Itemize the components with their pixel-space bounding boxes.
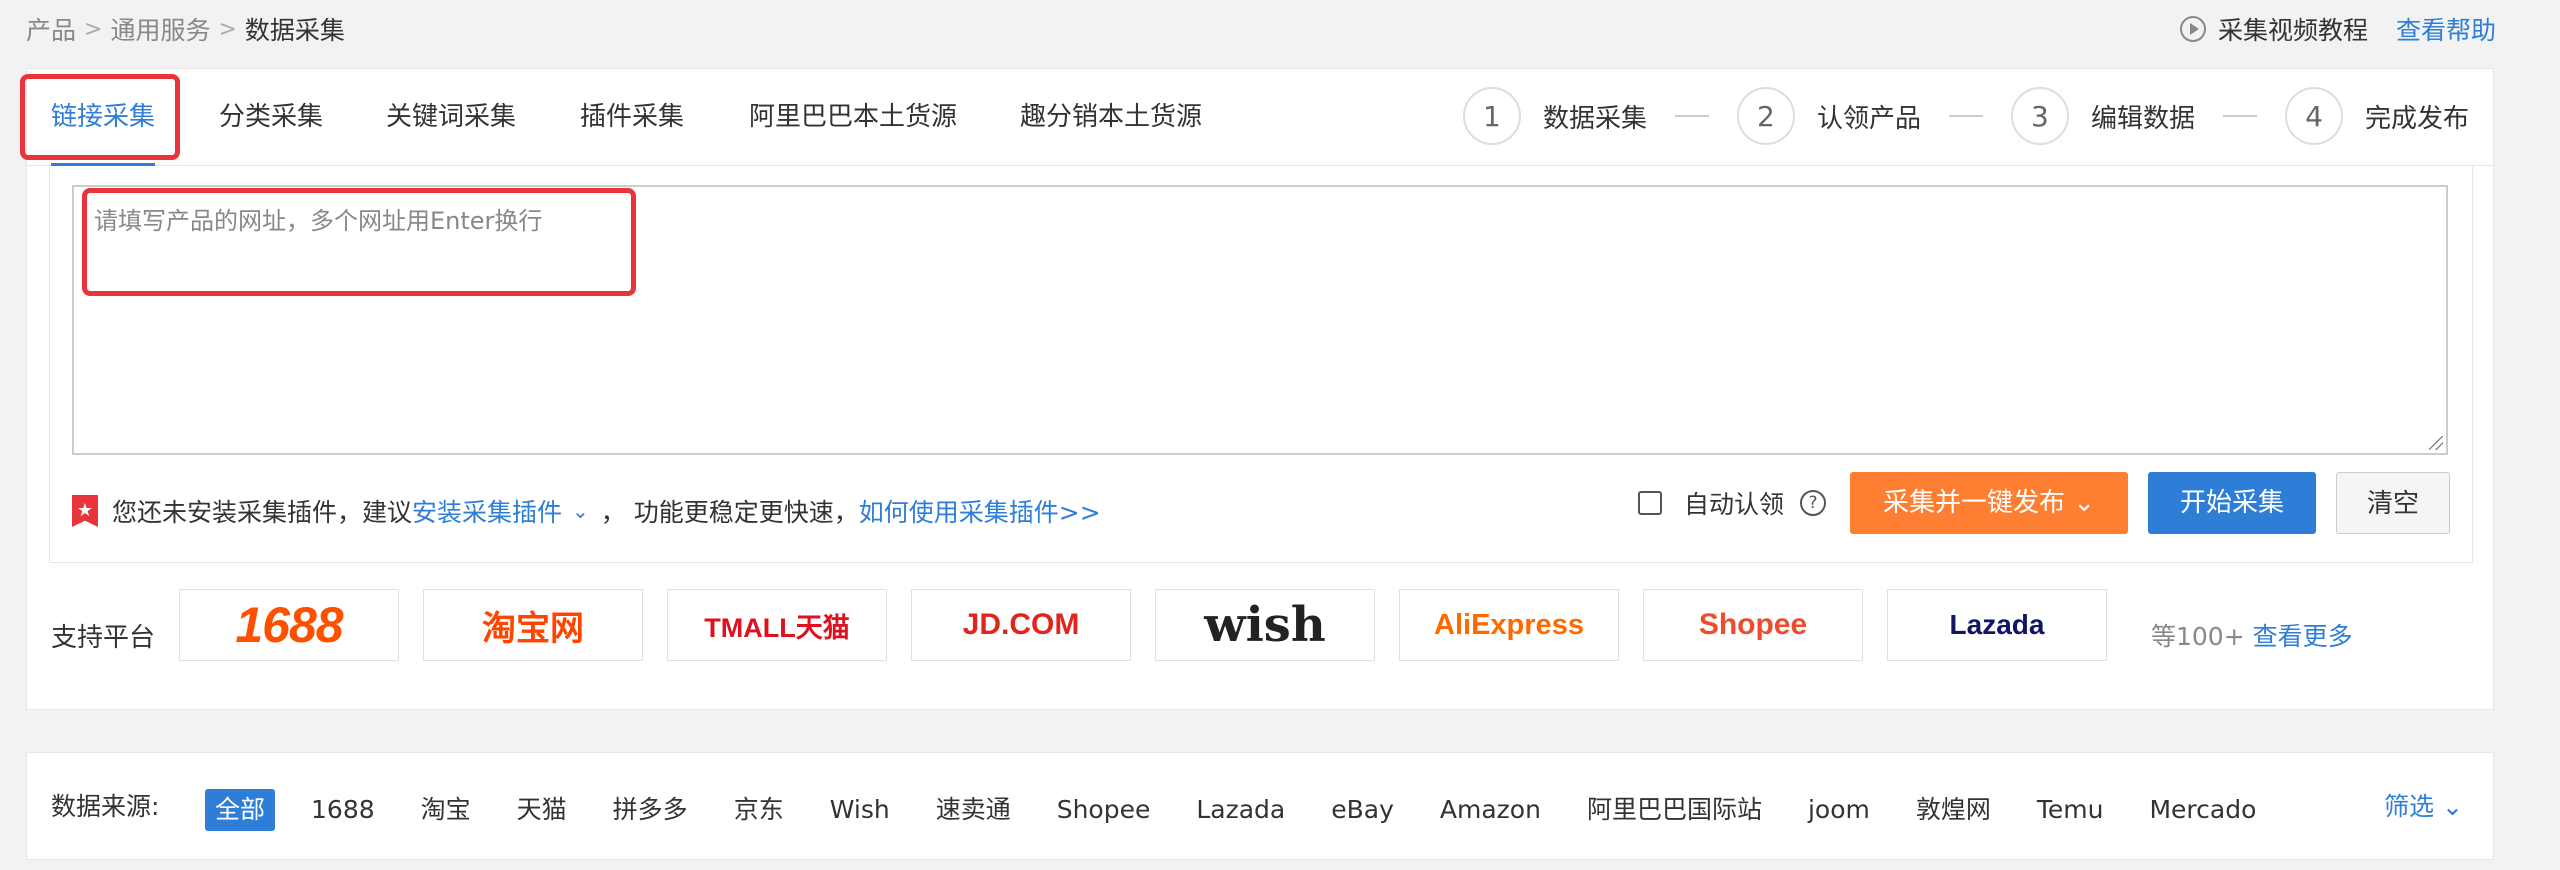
logo-wish: wish xyxy=(1155,589,1375,661)
platforms-label: 支持平台 xyxy=(51,623,156,653)
source-alibaba-intl[interactable]: 阿里巴巴国际站 xyxy=(1577,789,1772,831)
step-2: 2 认领产品 xyxy=(1736,87,2011,145)
tab-category-collect[interactable]: 分类采集 xyxy=(219,69,323,165)
source-dhgate[interactable]: 敦煌网 xyxy=(1906,789,2001,831)
plugin-tip: ★ 您还未安装采集插件，建议 安装采集插件 ⌄ ， 功能更稳定更快速， 如何使用… xyxy=(72,491,1101,531)
chevron-down-icon: ⌄ xyxy=(2442,792,2463,821)
source-temu[interactable]: Temu xyxy=(2027,789,2114,831)
auto-claim-checkbox[interactable] xyxy=(1637,491,1662,515)
start-collect-button[interactable]: 开始采集 xyxy=(2148,472,2316,534)
breadcrumb-general-services[interactable]: 通用服务 xyxy=(110,11,210,47)
resize-handle-icon[interactable] xyxy=(2429,436,2443,450)
step-3: 3 编辑数据 xyxy=(2010,87,2285,145)
help-link[interactable]: 查看帮助 xyxy=(2396,11,2496,47)
source-wish[interactable]: Wish xyxy=(820,789,900,831)
step-number: 2 xyxy=(1736,87,1795,145)
source-taobao[interactable]: 淘宝 xyxy=(411,789,481,831)
step-label: 认领产品 xyxy=(1816,103,1921,134)
source-lazada[interactable]: Lazada xyxy=(1186,789,1295,831)
source-1688[interactable]: 1688 xyxy=(301,789,385,831)
play-icon[interactable] xyxy=(2179,16,2206,42)
bookmark-star-icon: ★ xyxy=(72,495,98,527)
step-number: 3 xyxy=(2010,87,2069,145)
step-4: 4 完成发布 xyxy=(2284,87,2469,145)
collect-publish-label: 采集并一键发布 xyxy=(1882,488,2065,518)
view-more-link[interactable]: 查看更多 xyxy=(2253,622,2353,651)
logo-lazada: Lazada xyxy=(1887,589,2107,661)
tab-plugin-collect[interactable]: 插件采集 xyxy=(580,69,684,165)
step-connector xyxy=(1674,115,1709,117)
highlight-box-input xyxy=(82,188,636,296)
progress-steps: 1 数据采集 2 认领产品 3 编辑数据 4 完成发布 xyxy=(1462,86,2469,146)
filter-button[interactable]: 筛选 ⌄ xyxy=(2384,787,2463,823)
step-connector xyxy=(2222,115,2257,117)
platform-logos: 1688 淘宝网 TMALL天猫 JD.COM wish AliExpress … xyxy=(179,589,2107,661)
source-pinduoduo[interactable]: 拼多多 xyxy=(603,789,698,831)
breadcrumb-separator: > xyxy=(218,16,237,42)
step-1: 1 数据采集 xyxy=(1462,87,1737,145)
logo-shopee: Shopee xyxy=(1643,589,1863,661)
step-label: 编辑数据 xyxy=(2090,103,2195,134)
source-amazon[interactable]: Amazon xyxy=(1430,789,1551,831)
how-to-plugin-link[interactable]: 如何使用采集插件>> xyxy=(859,493,1101,529)
breadcrumb-products[interactable]: 产品 xyxy=(26,11,76,47)
more-platforms-count: 等100+ xyxy=(2151,622,2245,651)
action-bar: 自动认领 ? 采集并一键发布 ⌄ 开始采集 清空 xyxy=(1637,471,2450,535)
auto-claim-label[interactable]: 自动认领 xyxy=(1684,485,1784,521)
tab-keyword-collect[interactable]: 关键词采集 xyxy=(386,69,516,165)
source-jd[interactable]: 京东 xyxy=(724,789,794,831)
video-tutorial-link[interactable]: 采集视频教程 xyxy=(2218,11,2368,47)
highlight-box-tab xyxy=(20,74,180,160)
breadcrumb: 产品 > 通用服务 > 数据采集 xyxy=(26,12,345,46)
step-connector xyxy=(1948,115,1983,117)
logo-1688: 1688 xyxy=(179,589,399,661)
chevron-down-icon: ⌄ xyxy=(2073,488,2096,518)
source-aliexpress[interactable]: 速卖通 xyxy=(926,789,1021,831)
step-label: 数据采集 xyxy=(1542,103,1647,134)
tab-bar: 链接采集 分类采集 关键词采集 插件采集 阿里巴巴本土货源 趣分销本土货源 1 … xyxy=(27,69,2493,166)
step-number: 1 xyxy=(1462,87,1521,145)
source-shopee[interactable]: Shopee xyxy=(1047,789,1161,831)
plugin-tip-text: 您还未安装采集插件，建议 xyxy=(112,498,413,527)
logo-tmall: TMALL天猫 xyxy=(667,589,887,661)
clear-button[interactable]: 清空 xyxy=(2336,472,2450,534)
logo-aliexpress: AliExpress xyxy=(1399,589,1619,661)
step-label: 完成发布 xyxy=(2364,103,2469,134)
filter-label: 筛选 xyxy=(2384,792,2435,821)
source-tmall[interactable]: 天猫 xyxy=(507,789,577,831)
breadcrumb-separator: > xyxy=(84,16,103,42)
install-plugin-link[interactable]: 安装采集插件 xyxy=(412,493,562,529)
logo-taobao: 淘宝网 xyxy=(423,589,643,661)
source-ebay[interactable]: eBay xyxy=(1321,789,1404,831)
chevron-down-icon[interactable]: ⌄ xyxy=(572,499,589,523)
plugin-tip-text-2: ， 功能更稳定更快速， xyxy=(600,498,859,527)
source-joom[interactable]: joom xyxy=(1798,789,1880,831)
tab-alibaba-local[interactable]: 阿里巴巴本土货源 xyxy=(749,69,957,165)
help-area: 采集视频教程 查看帮助 xyxy=(2179,11,2496,47)
more-platforms: 等100+ 查看更多 xyxy=(2151,617,2353,653)
logo-jd: JD.COM xyxy=(911,589,1131,661)
breadcrumb-current: 数据采集 xyxy=(244,16,345,45)
question-icon[interactable]: ? xyxy=(1800,490,1826,516)
data-source-card: 数据来源: 全部 1688 淘宝 天猫 拼多多 京东 Wish 速卖通 Shop… xyxy=(26,752,2494,860)
source-all[interactable]: 全部 xyxy=(205,789,276,831)
tab-qufenxiao-local[interactable]: 趣分销本土货源 xyxy=(1020,69,1202,165)
step-number: 4 xyxy=(2284,87,2343,145)
data-source-label: 数据来源: xyxy=(51,792,160,821)
data-source-list: 全部 1688 淘宝 天猫 拼多多 京东 Wish 速卖通 Shopee Laz… xyxy=(205,789,2292,831)
collect-card: 链接采集 分类采集 关键词采集 插件采集 阿里巴巴本土货源 趣分销本土货源 1 … xyxy=(26,68,2494,710)
source-mercado[interactable]: Mercado xyxy=(2139,789,2266,831)
collect-publish-button[interactable]: 采集并一键发布 ⌄ xyxy=(1850,472,2128,534)
